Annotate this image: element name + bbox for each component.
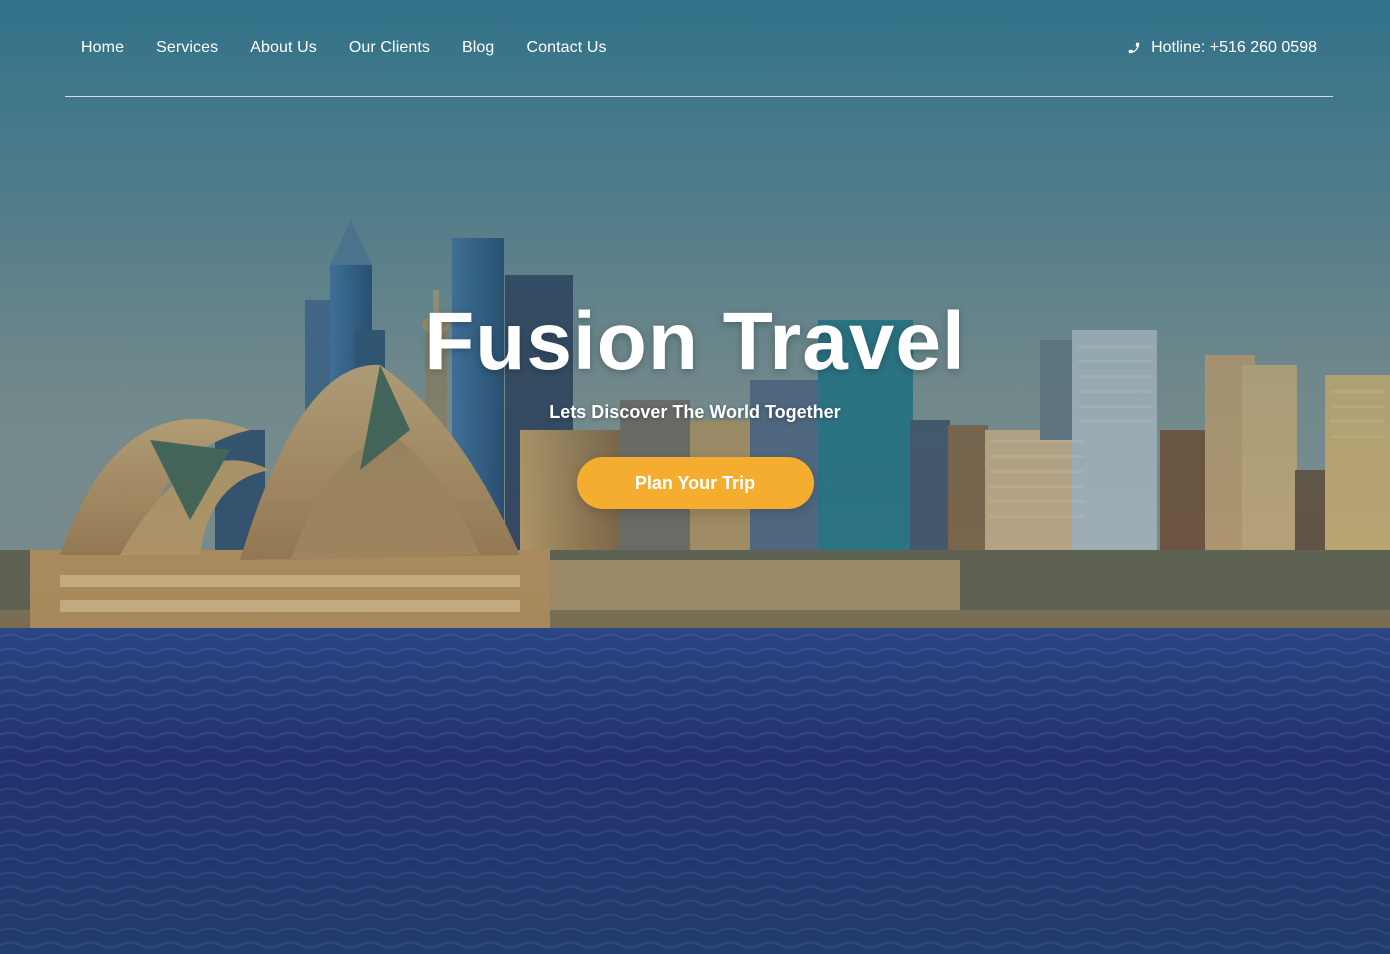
nav-item-about-us[interactable]: About Us xyxy=(250,39,317,57)
nav-item-blog[interactable]: Blog xyxy=(462,39,494,57)
plan-your-trip-button[interactable]: Plan Your Trip xyxy=(576,457,814,509)
hero-subtitle: Lets Discover The World Together xyxy=(549,402,841,422)
nav-item-our-clients[interactable]: Our Clients xyxy=(349,39,430,57)
nav-item-services[interactable]: Services xyxy=(156,39,218,57)
hotline-text: Hotline: +516 260 0598 xyxy=(1151,39,1317,56)
phone-icon xyxy=(1127,41,1141,55)
nav-item-home[interactable]: Home xyxy=(81,39,124,57)
main-menu: Home Services About Us Our Clients Blog … xyxy=(81,39,607,57)
hero-title: Fusion Travel xyxy=(424,296,966,387)
nav-item-contact-us[interactable]: Contact Us xyxy=(526,39,606,57)
hero-section: Fusion Travel Lets Discover The World To… xyxy=(0,296,1390,509)
hotline[interactable]: Hotline: +516 260 0598 xyxy=(1127,39,1317,57)
top-navigation: Home Services About Us Our Clients Blog … xyxy=(65,0,1333,97)
